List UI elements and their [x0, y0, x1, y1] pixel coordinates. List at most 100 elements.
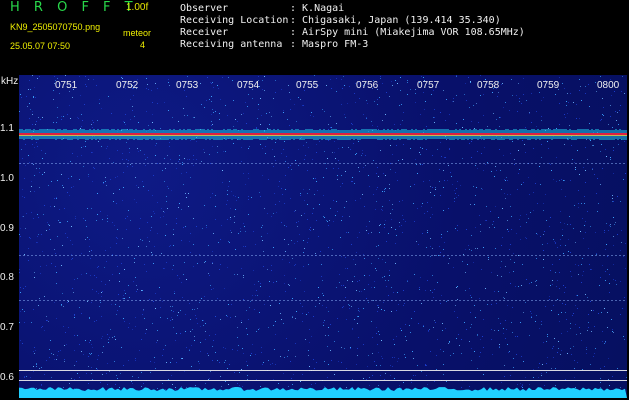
- noise-speck: [546, 372, 547, 373]
- noise-speck: [31, 181, 32, 182]
- interference-streak: [247, 163, 249, 164]
- noise-speck: [471, 360, 472, 361]
- noise-speck: [536, 258, 537, 259]
- noise-speck: [212, 193, 213, 194]
- noise-speck: [249, 146, 250, 147]
- noise-speck: [307, 170, 308, 171]
- noise-speck: [51, 353, 52, 354]
- noise-speck: [91, 353, 92, 354]
- noise-speck: [559, 180, 560, 181]
- interference-streak: [167, 255, 169, 256]
- noise-speck: [56, 122, 57, 123]
- interference-streak: [183, 300, 185, 301]
- noise-speck: [87, 301, 88, 302]
- noise-speck: [336, 78, 337, 79]
- interference-streak: [507, 163, 509, 164]
- noise-speck: [147, 237, 148, 238]
- noise-speck: [260, 286, 261, 287]
- interference-streak: [203, 300, 205, 301]
- interference-streak: [459, 255, 461, 256]
- noise-speck: [399, 226, 400, 227]
- noise-speck: [394, 378, 395, 379]
- noise-speck: [175, 389, 176, 390]
- noise-speck: [395, 172, 396, 173]
- noise-speck: [210, 197, 211, 198]
- noise-speck: [163, 211, 164, 212]
- noise-speck: [117, 238, 118, 239]
- noise-speck: [546, 363, 547, 364]
- noise-speck: [145, 159, 146, 160]
- noise-speck: [620, 201, 621, 202]
- noise-speck: [181, 240, 182, 241]
- noise-speck: [34, 191, 35, 192]
- noise-speck: [422, 203, 423, 204]
- noise-speck: [307, 242, 308, 243]
- noise-speck: [600, 277, 601, 278]
- noise-speck: [380, 78, 381, 79]
- interference-streak: [179, 300, 181, 301]
- noise-speck: [191, 366, 192, 367]
- noise-speck: [259, 312, 260, 313]
- noise-speck: [69, 91, 70, 92]
- interference-streak: [435, 300, 437, 301]
- noise-speck: [609, 385, 610, 386]
- noise-speck: [612, 329, 613, 330]
- interference-streak: [499, 300, 501, 301]
- noise-speck: [567, 93, 568, 94]
- noise-speck: [411, 382, 412, 383]
- noise-speck: [573, 228, 574, 229]
- noise-speck: [581, 203, 582, 204]
- interference-streak: [51, 300, 53, 301]
- noise-speck: [388, 233, 389, 234]
- noise-speck: [391, 311, 392, 312]
- noise-speck: [398, 358, 399, 359]
- interference-streak: [615, 255, 617, 256]
- interference-streak: [591, 255, 593, 256]
- interference-streak: [179, 255, 181, 256]
- interference-streak: [495, 163, 497, 164]
- noise-speck: [300, 193, 301, 194]
- noise-speck: [173, 265, 174, 266]
- interference-streak: [95, 255, 97, 256]
- noise-speck: [49, 229, 50, 230]
- noise-speck: [177, 315, 178, 316]
- noise-speck: [266, 113, 267, 114]
- noise-speck: [391, 219, 392, 220]
- noise-speck: [617, 196, 618, 197]
- noise-speck: [273, 247, 274, 248]
- noise-speck: [366, 100, 367, 101]
- noise-speck: [334, 341, 335, 342]
- interference-streak: [311, 300, 313, 301]
- noise-speck: [110, 329, 111, 330]
- noise-speck: [613, 236, 614, 237]
- noise-speck: [208, 245, 209, 246]
- noise-speck: [529, 384, 530, 385]
- app-title: H R O F F T: [10, 0, 138, 15]
- noise-speck: [166, 362, 167, 363]
- noise-speck: [574, 205, 575, 206]
- noise-speck: [90, 354, 91, 355]
- noise-speck: [117, 150, 118, 151]
- noise-speck: [272, 363, 273, 364]
- noise-speck: [454, 198, 455, 199]
- noise-speck: [379, 97, 380, 98]
- interference-streak: [347, 255, 349, 256]
- interference-streak: [91, 255, 93, 256]
- noise-speck: [100, 382, 101, 383]
- noise-speck: [499, 126, 500, 127]
- noise-speck: [385, 373, 386, 374]
- noise-speck: [234, 372, 235, 373]
- noise-speck: [552, 264, 553, 265]
- noise-speck: [607, 312, 608, 313]
- noise-speck: [420, 147, 421, 148]
- noise-speck: [262, 175, 263, 176]
- noise-speck: [513, 358, 514, 359]
- noise-speck: [200, 342, 201, 343]
- noise-speck: [145, 165, 146, 166]
- noise-speck: [204, 152, 205, 153]
- noise-speck: [457, 181, 458, 182]
- noise-speck: [570, 328, 571, 329]
- noise-speck: [552, 284, 553, 285]
- noise-speck: [528, 218, 529, 219]
- interference-streak: [227, 300, 229, 301]
